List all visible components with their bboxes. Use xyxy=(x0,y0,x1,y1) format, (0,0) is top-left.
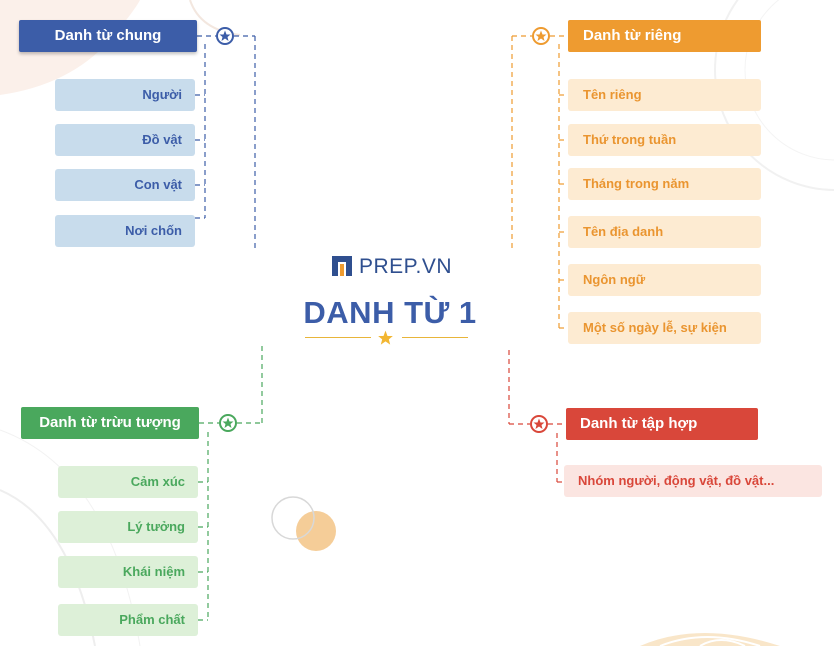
list-item: Thứ trong tuần xyxy=(568,124,761,156)
title-rule-right xyxy=(402,337,468,338)
branch-header-collective: Danh từ tập hợp xyxy=(566,408,758,440)
branch-header-proper: Danh từ riêng xyxy=(568,20,761,52)
title-rule-left xyxy=(305,337,371,338)
list-item: Ngôn ngữ xyxy=(568,264,761,296)
list-item: Tháng trong năm xyxy=(568,168,761,200)
list-item: Nơi chốn xyxy=(55,215,195,247)
star-circle-icon xyxy=(532,27,550,45)
list-item: Con vật xyxy=(55,169,195,201)
branch-header-abstract: Danh từ trừu tượng xyxy=(21,407,199,439)
list-item: Khái niệm xyxy=(58,556,198,588)
star-icon xyxy=(378,330,393,345)
logo-text: PREP.VN xyxy=(359,255,452,278)
list-item: Cảm xúc xyxy=(58,466,198,498)
list-item: Đồ vật xyxy=(55,124,195,156)
list-item: Tên riêng xyxy=(568,79,761,111)
list-item: Tên địa danh xyxy=(568,216,761,248)
branch-header-common: Danh từ chung xyxy=(19,20,197,52)
star-circle-icon xyxy=(219,414,237,432)
center-title: DANH TỪ 1 xyxy=(303,295,477,330)
prep-logo-icon xyxy=(332,256,352,276)
list-item: Phẩm chất xyxy=(58,604,198,636)
list-item: Nhóm người, động vật, đồ vật... xyxy=(564,465,822,497)
star-circle-icon xyxy=(530,415,548,433)
list-item: Lý tưởng xyxy=(58,511,198,543)
star-circle-icon xyxy=(216,27,234,45)
list-item: Người xyxy=(55,79,195,111)
list-item: Một số ngày lễ, sự kiện xyxy=(568,312,761,344)
